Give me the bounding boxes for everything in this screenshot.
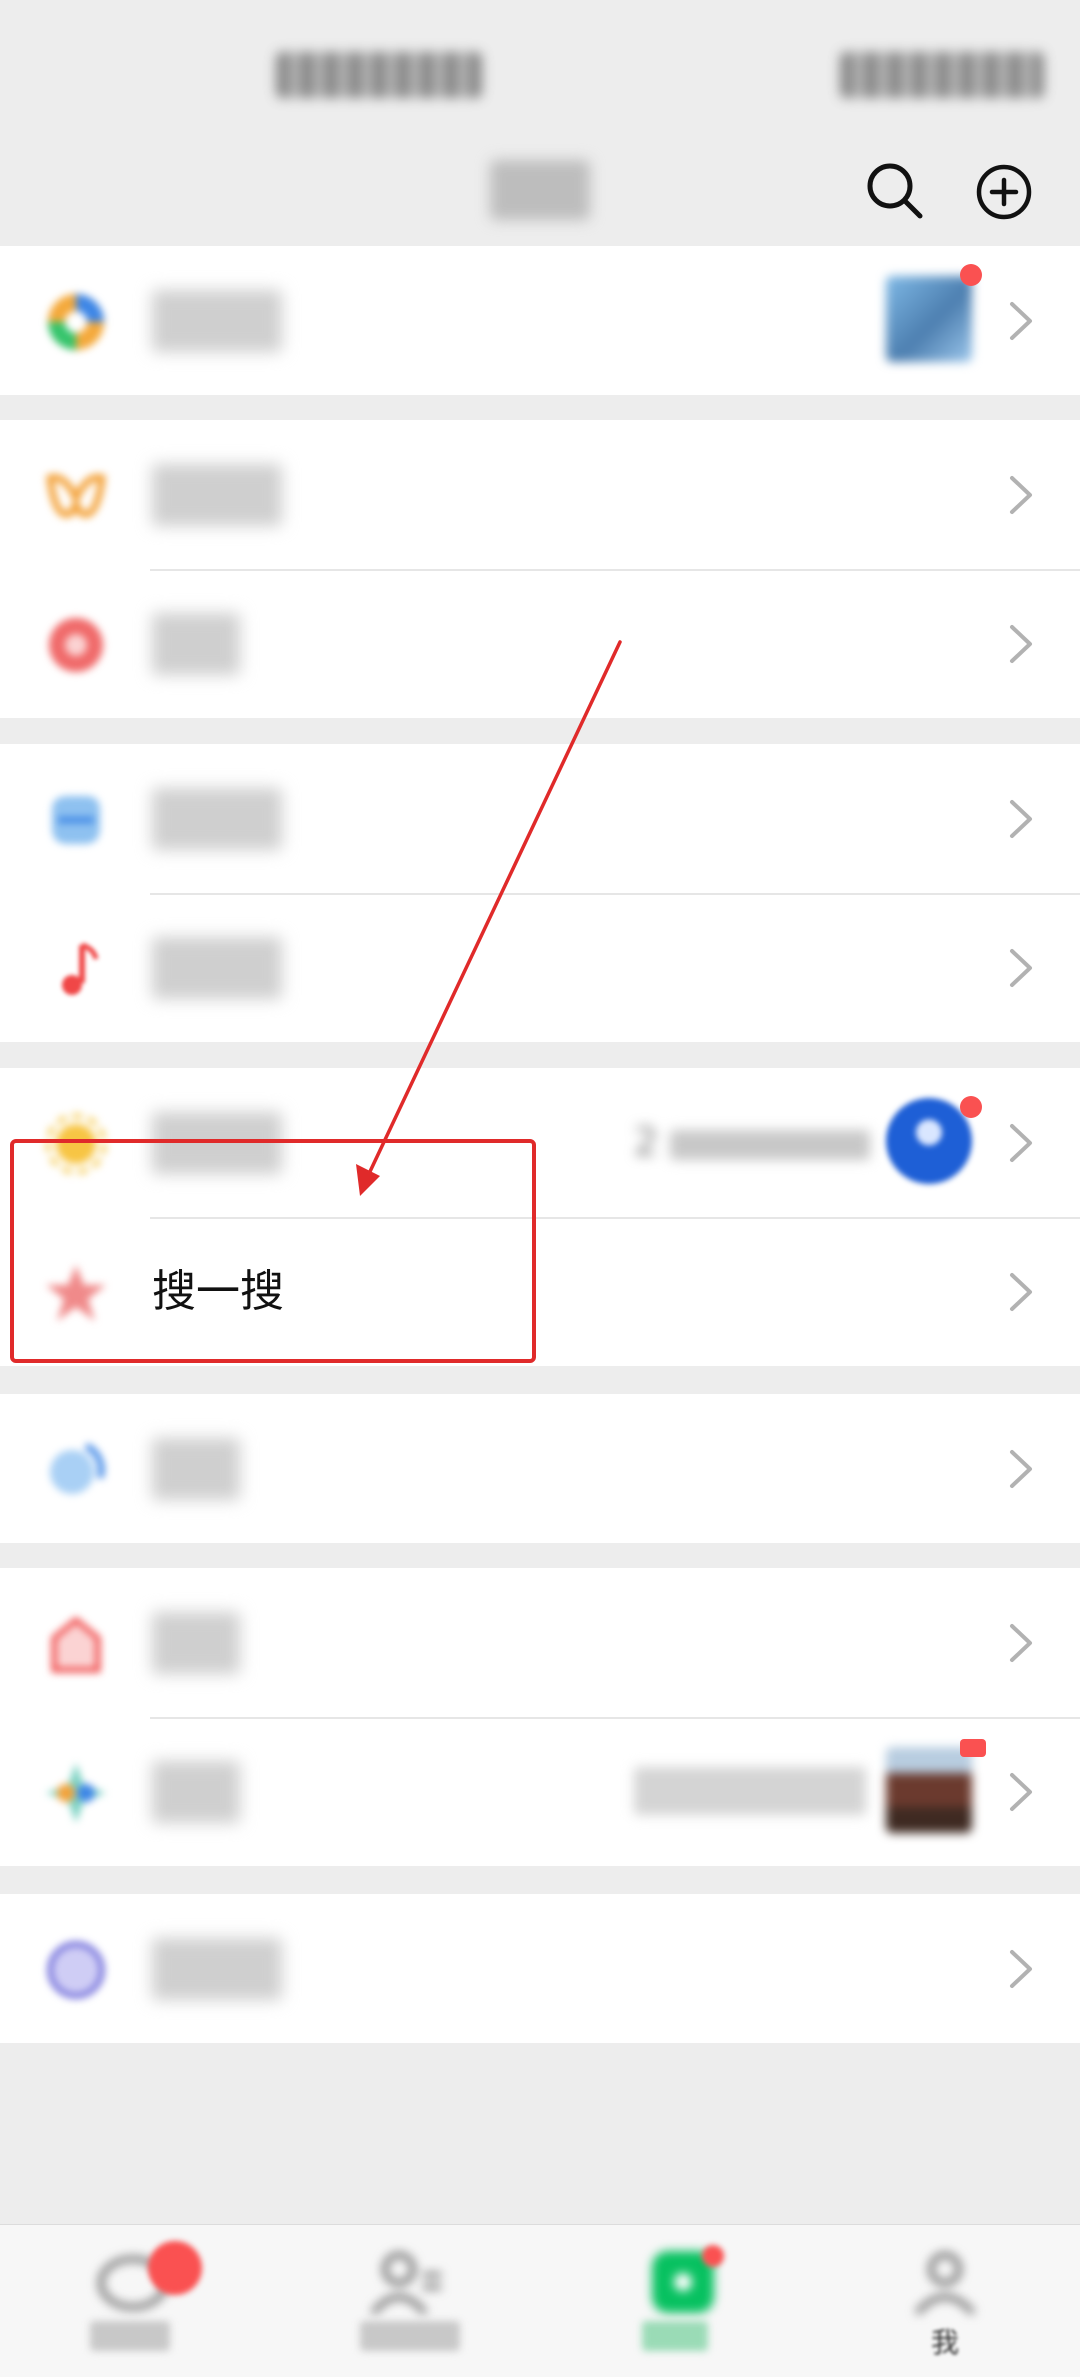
live-icon (44, 613, 108, 677)
moments-icon (44, 290, 108, 354)
chevron-right-icon (1004, 617, 1040, 671)
menu-item-nearby[interactable] (0, 1394, 1080, 1543)
chevron-right-icon (1004, 1442, 1040, 1496)
chevron-right-icon (1004, 941, 1040, 995)
chevron-right-icon (1004, 1616, 1040, 1670)
menu-item-mini-programs[interactable] (0, 1894, 1080, 2043)
bottom-tab-bar: 我 (0, 2224, 1080, 2377)
tab-contacts[interactable] (270, 2225, 540, 2377)
tab-label: 我 (930, 2326, 959, 2359)
menu-group-5 (0, 1394, 1080, 1543)
red-dot-badge (960, 264, 982, 286)
new-badge (702, 2245, 724, 2267)
menu-item-shopping[interactable] (0, 1568, 1080, 1717)
menu-group-2 (0, 420, 1080, 718)
mini-programs-icon (44, 1938, 108, 2002)
menu-item-label (152, 1938, 282, 2000)
page-title (490, 160, 590, 220)
menu-item-live[interactable] (0, 569, 1080, 718)
status-indicators (840, 52, 1044, 98)
tab-label (642, 2321, 708, 2351)
chevron-right-icon (1004, 1116, 1040, 1170)
games-icon (44, 1761, 108, 1825)
menu-item-label (152, 1761, 240, 1823)
chevron-right-icon (1004, 294, 1040, 348)
music-note-icon (44, 937, 108, 1001)
menu-item-games[interactable] (0, 1717, 1080, 1866)
top-stories-detail: 2 (634, 1118, 871, 1166)
chevron-right-icon (1004, 1765, 1040, 1819)
menu-group-6 (0, 1568, 1080, 1866)
menu-item-channels[interactable] (0, 420, 1080, 569)
tab-discover[interactable] (540, 2225, 810, 2377)
menu-group-1 (0, 246, 1080, 395)
header (0, 140, 1080, 246)
menu-group-7 (0, 1894, 1080, 2043)
menu-item-label (152, 290, 282, 352)
moments-thumbnail (886, 276, 972, 362)
menu-item-listen[interactable] (0, 893, 1080, 1042)
menu-item-label (152, 937, 282, 999)
menu-item-label (152, 788, 282, 850)
menu-item-label (152, 464, 282, 526)
menu-group-3 (0, 744, 1080, 1042)
games-detail (634, 1767, 866, 1815)
games-thumbnail (886, 1747, 972, 1833)
tab-me[interactable]: 我 (810, 2225, 1080, 2377)
search-icon[interactable] (854, 150, 938, 234)
menu-item-label (152, 1612, 240, 1674)
status-time (276, 52, 482, 98)
chevron-right-icon (1004, 1265, 1040, 1319)
chevron-right-icon (1004, 792, 1040, 846)
menu-item-moments[interactable] (0, 246, 1080, 395)
tab-chats[interactable] (0, 2225, 270, 2377)
avatar (886, 1098, 972, 1184)
chevron-right-icon (1004, 468, 1040, 522)
menu-item-label (152, 1438, 240, 1500)
menu-item-label (152, 613, 240, 675)
red-dot-badge (960, 1739, 986, 1757)
person-icon (905, 2247, 985, 2317)
annotation-highlight-box (10, 1139, 536, 1363)
nearby-icon (44, 1438, 108, 1502)
menu-item-scan[interactable] (0, 744, 1080, 893)
plus-circle-icon[interactable] (962, 150, 1046, 234)
chevron-right-icon (1004, 1942, 1040, 1996)
tab-label (90, 2321, 170, 2351)
scan-icon (44, 788, 108, 852)
shopping-bag-icon (44, 1612, 108, 1676)
status-bar (0, 0, 1080, 140)
channels-icon (44, 464, 108, 528)
contacts-icon (365, 2247, 445, 2317)
unread-badge (148, 2241, 202, 2295)
red-dot-badge (960, 1096, 982, 1118)
tab-label (360, 2321, 460, 2351)
